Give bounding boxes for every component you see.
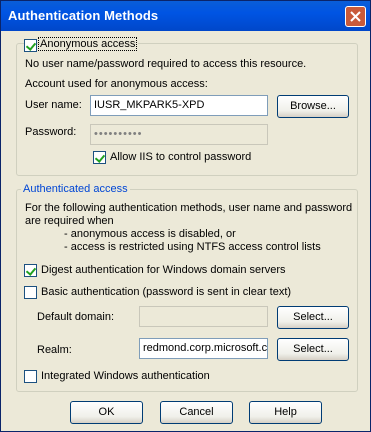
basic-auth-label[interactable]: Basic authentication (password is sent i… xyxy=(41,286,291,298)
browse-button[interactable]: Browse... xyxy=(277,95,349,118)
authenticated-access-title: Authenticated access xyxy=(21,183,130,195)
auth-bullet-1: - anonymous access is disabled, or xyxy=(64,228,236,240)
default-domain-label: Default domain: xyxy=(37,311,115,323)
anonymous-access-label[interactable]: Anonymous access xyxy=(38,37,139,51)
close-button[interactable] xyxy=(345,6,366,27)
basic-auth-checkbox[interactable] xyxy=(24,286,37,299)
default-domain-select-button[interactable]: Select... xyxy=(277,306,349,329)
integrated-auth-label[interactable]: Integrated Windows authentication xyxy=(41,370,210,382)
ok-button[interactable]: OK xyxy=(70,401,143,424)
authentication-methods-dialog: Authentication Methods Anonymous access … xyxy=(0,0,371,432)
allow-iis-label[interactable]: Allow IIS to control password xyxy=(110,151,251,163)
auth-description-line2: are required when xyxy=(25,215,114,227)
digest-auth-checkbox[interactable] xyxy=(24,264,37,277)
username-field[interactable]: IUSR_MKPARK5-XPD xyxy=(90,95,268,116)
close-icon xyxy=(350,11,361,22)
allow-iis-checkbox[interactable] xyxy=(93,151,106,164)
password-label: Password: xyxy=(25,126,77,138)
window-title: Authentication Methods xyxy=(8,8,159,23)
realm-field[interactable]: redmond.corp.microsoft.com xyxy=(139,338,268,359)
default-domain-field[interactable] xyxy=(139,306,268,327)
auth-description-line1: For the following authentication methods… xyxy=(25,202,353,214)
anonymous-description: No user name/password required to access… xyxy=(25,58,307,70)
realm-select-button[interactable]: Select... xyxy=(277,338,349,361)
realm-label: Realm: xyxy=(37,344,72,356)
account-label: Account used for anonymous access: xyxy=(25,78,208,90)
password-field[interactable]: •••••••••• xyxy=(90,124,268,145)
username-label: User name: xyxy=(25,99,82,111)
cancel-button[interactable]: Cancel xyxy=(160,401,233,424)
digest-auth-label[interactable]: Digest authentication for Windows domain… xyxy=(41,264,286,276)
title-bar[interactable]: Authentication Methods xyxy=(1,1,370,31)
auth-bullet-2: - access is restricted using NTFS access… xyxy=(64,241,321,253)
anonymous-access-checkbox[interactable] xyxy=(24,39,37,52)
integrated-auth-checkbox[interactable] xyxy=(24,370,37,383)
help-button[interactable]: Help xyxy=(249,401,322,424)
